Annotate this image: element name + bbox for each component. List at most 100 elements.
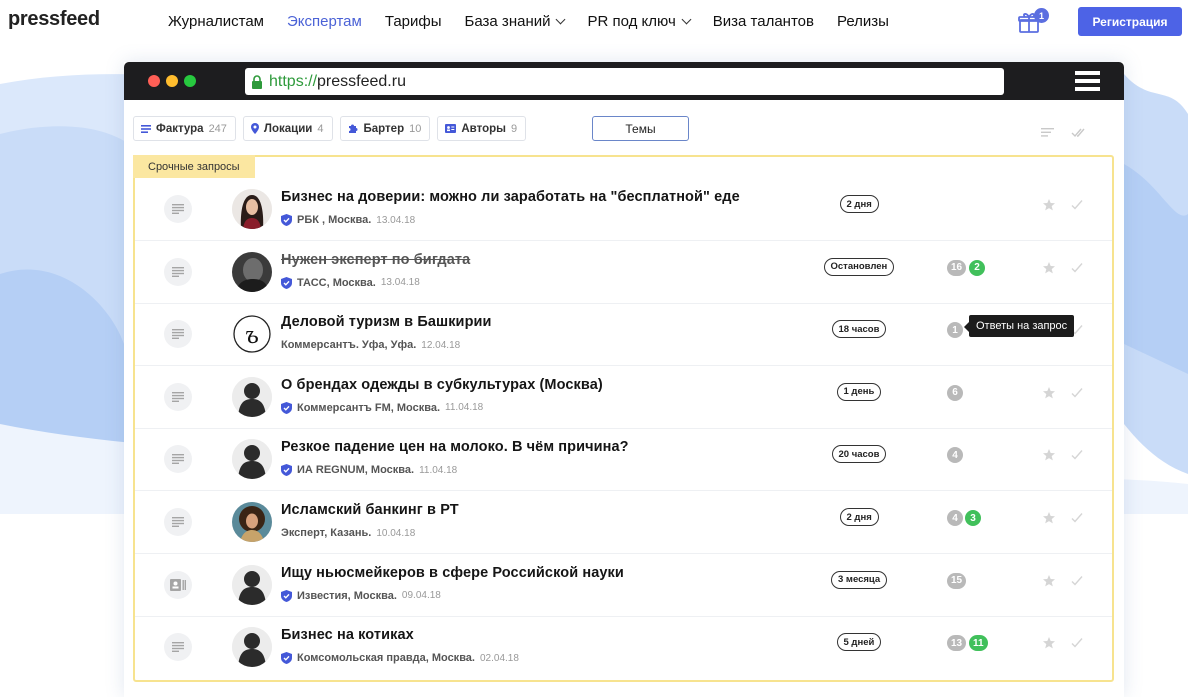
chevron-down-icon bbox=[556, 14, 566, 25]
request-row[interactable]: Бизнес на котиках Комсомольская правда, М… bbox=[135, 616, 1112, 679]
request-title[interactable]: Нужен эксперт по бигдата bbox=[281, 252, 470, 268]
urgent-requests-tab[interactable]: Срочные запросы bbox=[133, 155, 255, 178]
lines-icon bbox=[141, 124, 151, 133]
check-icon[interactable] bbox=[1070, 261, 1084, 275]
answers-count[interactable]: 13 bbox=[947, 635, 967, 652]
filter-count: 247 bbox=[208, 122, 227, 135]
request-title[interactable]: О брендах одежды в субкультурах (Москва) bbox=[281, 377, 603, 393]
check-icon[interactable] bbox=[1070, 386, 1084, 400]
deadline-badge: 3 месяца bbox=[831, 570, 888, 589]
avatar[interactable] bbox=[232, 251, 272, 292]
filter-facts[interactable]: Фактура 247 bbox=[133, 116, 236, 141]
id-card-icon[interactable] bbox=[164, 570, 192, 599]
site-logo[interactable]: pressfeed bbox=[8, 8, 100, 31]
register-button[interactable]: Регистрация bbox=[1078, 7, 1182, 36]
accepted-answers-count[interactable]: 2 bbox=[969, 259, 985, 276]
request-title[interactable]: Исламский банкинг в РТ bbox=[281, 502, 459, 518]
answers-count[interactable]: 1 bbox=[947, 322, 963, 339]
nav-releases[interactable]: Релизы bbox=[837, 13, 889, 30]
request-title[interactable]: Ищу ньюсмейкеров в сфере Российской наук… bbox=[281, 565, 624, 581]
themes-button[interactable]: Темы bbox=[592, 116, 689, 141]
request-row[interactable]: Ищу ньюсмейкеров в сфере Российской наук… bbox=[135, 554, 1112, 617]
text-icon[interactable] bbox=[164, 445, 192, 474]
request-source: РБК , Москва. bbox=[297, 214, 372, 226]
text-icon[interactable] bbox=[164, 633, 192, 662]
address-bar[interactable]: https://pressfeed.ru bbox=[245, 68, 1004, 95]
answers-count[interactable]: 4 bbox=[947, 447, 963, 464]
request-date: 13.04.18 bbox=[376, 214, 416, 226]
avatar[interactable]: ъ bbox=[232, 314, 272, 355]
star-icon[interactable] bbox=[1042, 386, 1056, 400]
accepted-answers-count[interactable]: 3 bbox=[965, 510, 981, 526]
nav-talent-visa[interactable]: Виза талантов bbox=[713, 13, 814, 30]
nav-label: Релизы bbox=[836, 13, 889, 30]
verified-shield-icon bbox=[281, 214, 292, 226]
request-row[interactable]: ъ Деловой туризм в Башкирии Коммерсантъ. У… bbox=[135, 303, 1112, 367]
request-title[interactable]: Деловой туризм в Башкирии bbox=[281, 314, 492, 330]
check-icon[interactable] bbox=[1070, 198, 1084, 212]
double-check-icon[interactable] bbox=[1071, 128, 1086, 138]
filter-authors[interactable]: Авторы 9 bbox=[437, 116, 527, 141]
browser-titlebar: https://pressfeed.ru bbox=[124, 62, 1124, 100]
request-row[interactable]: Нужен эксперт по бигдата ТАСС, Москва. 13.… bbox=[135, 241, 1112, 304]
answers-count[interactable]: 6 bbox=[947, 384, 963, 401]
request-row[interactable]: Резкое падение цен на молоко. В чём прич… bbox=[135, 428, 1112, 492]
avatar[interactable] bbox=[232, 627, 272, 668]
nav-pricing[interactable]: Тарифы bbox=[385, 13, 442, 30]
accepted-answers-count[interactable]: 11 bbox=[969, 635, 988, 652]
request-source: Коммерсантъ. Уфа, Уфа. bbox=[281, 339, 417, 352]
puzzle-icon bbox=[348, 123, 359, 134]
text-icon[interactable] bbox=[164, 508, 192, 536]
sort-icon[interactable] bbox=[1041, 128, 1054, 137]
request-date: 10.04.18 bbox=[376, 527, 416, 539]
check-icon[interactable] bbox=[1070, 636, 1084, 650]
filter-locations[interactable]: Локации 4 bbox=[242, 116, 333, 141]
answers-count[interactable]: 16 bbox=[947, 259, 967, 276]
close-dot-icon bbox=[148, 75, 160, 87]
star-icon[interactable] bbox=[1042, 511, 1056, 525]
star-icon[interactable] bbox=[1042, 261, 1056, 275]
check-icon[interactable] bbox=[1070, 448, 1084, 462]
text-icon[interactable] bbox=[164, 195, 192, 223]
star-icon[interactable] bbox=[1042, 198, 1056, 212]
avatar[interactable] bbox=[232, 502, 272, 542]
avatar[interactable] bbox=[232, 564, 272, 605]
nav-journalists[interactable]: Журналистам bbox=[168, 13, 264, 30]
request-row[interactable]: Исламский банкинг в РТ Эксперт, Казань. 10… bbox=[135, 491, 1112, 554]
request-title[interactable]: Бизнес на доверии: можно ли заработать н… bbox=[281, 189, 740, 205]
request-title[interactable]: Бизнес на котиках bbox=[281, 627, 414, 643]
filter-label: Локации bbox=[263, 122, 313, 135]
star-icon[interactable] bbox=[1042, 636, 1056, 650]
text-icon[interactable] bbox=[164, 257, 192, 286]
request-row[interactable]: Бизнес на доверии: можно ли заработать н… bbox=[135, 178, 1112, 241]
request-source: ИА REGNUM, Москва. bbox=[297, 464, 415, 477]
deadline-badge: 18 часов bbox=[831, 320, 887, 339]
top-navigation: pressfeed Журналистам Экспертам Тарифы Б… bbox=[0, 0, 1188, 44]
nav-pr-turnkey[interactable]: PR под ключ bbox=[587, 13, 692, 30]
check-icon[interactable] bbox=[1070, 511, 1084, 525]
request-row[interactable]: О брендах одежды в субкультурах (Москва)… bbox=[135, 366, 1112, 429]
pin-icon bbox=[250, 123, 259, 134]
text-icon[interactable] bbox=[164, 320, 192, 349]
verified-shield-icon bbox=[281, 276, 292, 289]
star-icon[interactable] bbox=[1042, 574, 1056, 588]
request-meta: Эксперт, Казань. 10.04.18 bbox=[281, 527, 415, 539]
request-source: Коммерсантъ FM, Москва. bbox=[297, 401, 441, 414]
answers-count[interactable]: 15 bbox=[947, 572, 967, 589]
nav-experts[interactable]: Экспертам bbox=[287, 13, 362, 30]
avatar[interactable] bbox=[232, 376, 272, 417]
check-icon[interactable] bbox=[1070, 574, 1084, 588]
nav-label: База знаний bbox=[464, 13, 551, 30]
star-icon[interactable] bbox=[1042, 448, 1056, 462]
menu-icon[interactable] bbox=[1075, 71, 1100, 91]
avatar[interactable] bbox=[232, 189, 272, 229]
avatar[interactable] bbox=[232, 439, 272, 480]
main-menu: Журналистам Экспертам Тарифы База знаний… bbox=[168, 13, 889, 30]
request-meta: ТАСС, Москва. 13.04.18 bbox=[281, 276, 420, 289]
nav-knowledge-base[interactable]: База знаний bbox=[464, 13, 566, 30]
answers-count[interactable]: 4 bbox=[947, 510, 963, 526]
request-meta: Известия, Москва. 09.04.18 bbox=[281, 589, 441, 602]
request-title[interactable]: Резкое падение цен на молоко. В чём прич… bbox=[281, 439, 629, 455]
text-icon[interactable] bbox=[164, 382, 192, 411]
filter-barter[interactable]: Бартер 10 bbox=[339, 116, 431, 141]
